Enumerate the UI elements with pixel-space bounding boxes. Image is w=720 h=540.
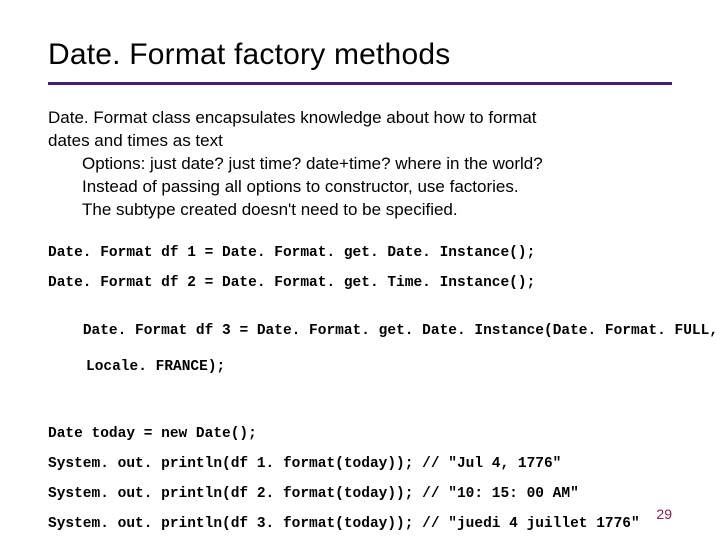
code-line: System. out. println(df 2. format(today)… xyxy=(48,485,672,503)
intro-option: The subtype created doesn't need to be s… xyxy=(48,199,672,222)
intro-option: Instead of passing all options to constr… xyxy=(48,176,672,199)
code-line: Date. Format df 3 = Date. Format. get. D… xyxy=(48,304,672,413)
page-number: 29 xyxy=(656,506,672,522)
intro-option: Options: just date? just time? date+time… xyxy=(48,153,672,176)
code-line: System. out. println(df 3. format(today)… xyxy=(48,515,672,533)
code-line: System. out. println(df 1. format(today)… xyxy=(48,455,672,473)
code-line: Date today = new Date(); xyxy=(48,425,672,443)
code-continuation: Locale. FRANCE); xyxy=(48,358,672,376)
intro-line: dates and times as text xyxy=(48,130,672,153)
code-line: Date. Format df 1 = Date. Format. get. D… xyxy=(48,244,672,262)
slide-title: Date. Format factory methods xyxy=(48,38,672,72)
intro-text: Date. Format class encapsulates knowledg… xyxy=(48,107,672,222)
code-text: Date. Format df 3 = Date. Format. get. D… xyxy=(83,323,718,339)
intro-line: Date. Format class encapsulates knowledg… xyxy=(48,107,672,130)
title-underline xyxy=(48,82,672,85)
code-line: Date. Format df 2 = Date. Format. get. T… xyxy=(48,274,672,292)
code-block: Date. Format df 1 = Date. Format. get. D… xyxy=(48,244,672,534)
